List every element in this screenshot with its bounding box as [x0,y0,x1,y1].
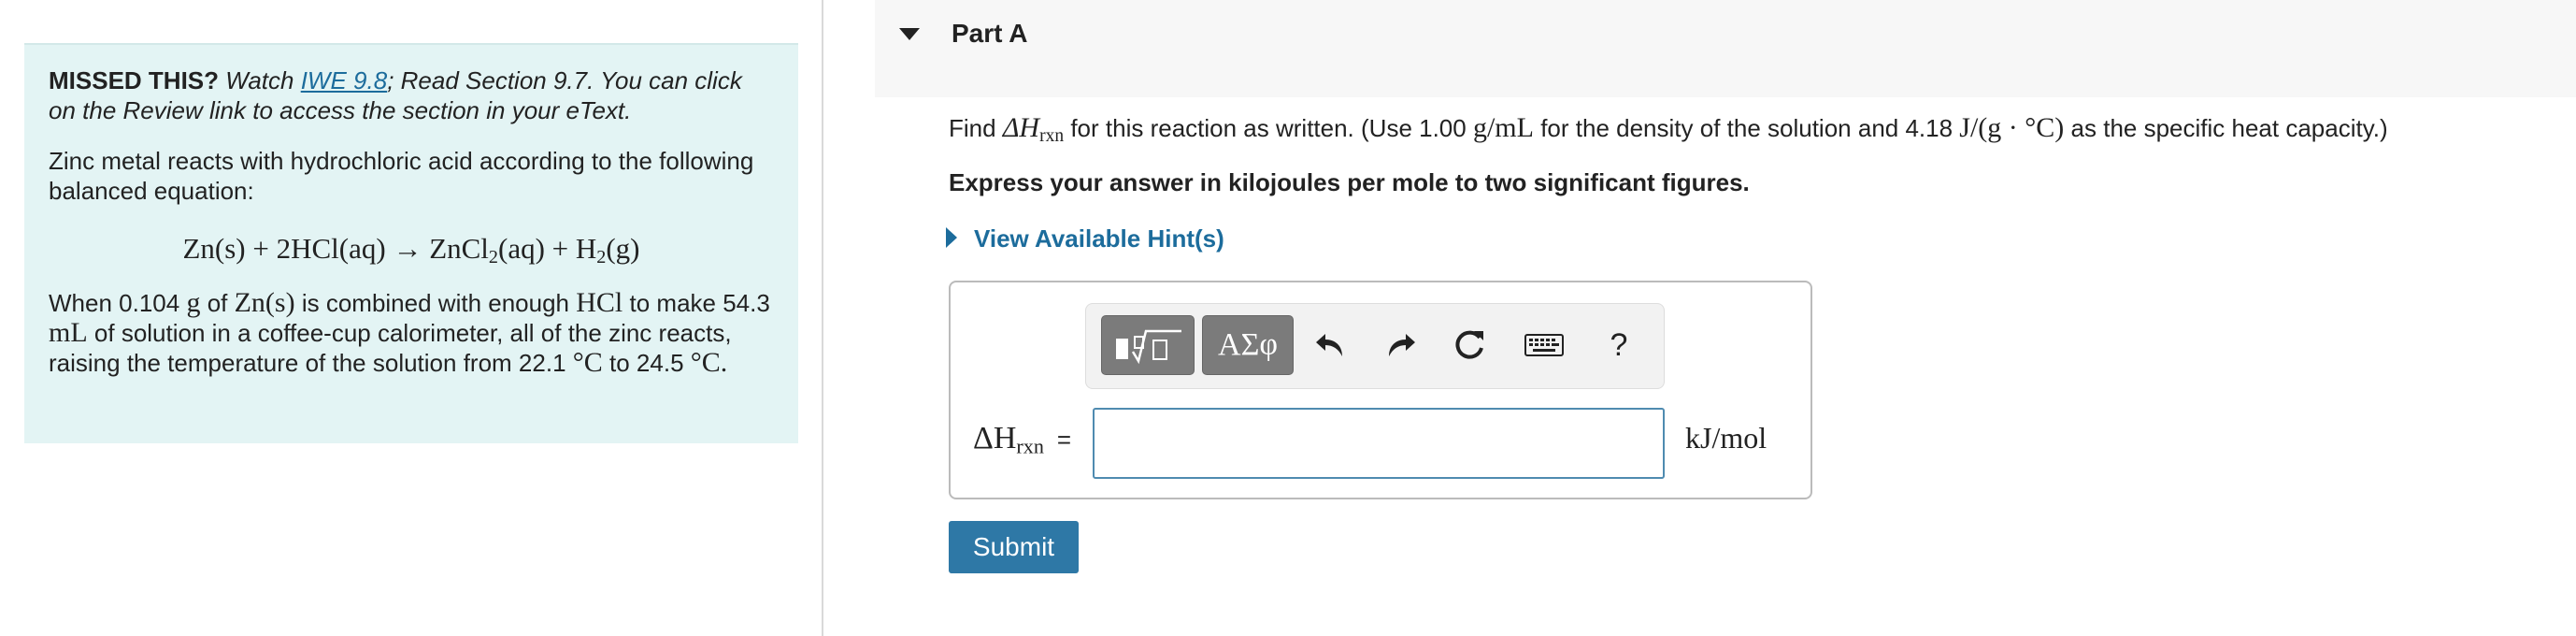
greek-symbols-button[interactable]: ΑΣφ [1202,315,1294,375]
problem-intro: Zinc metal reacts with hydrochloric acid… [49,147,754,205]
hint-label: View Available Hint(s) [974,224,1224,253]
expand-caret-icon [946,227,957,249]
iwe-link[interactable]: IWE 9.8 [301,66,387,94]
view-hints-link[interactable]: View Available Hint(s) [946,224,1224,253]
left-panel: MISSED THIS? Watch IWE 9.8; Read Section… [0,0,823,636]
missed-this-note: MISSED THIS? Watch IWE 9.8; Read Section… [49,65,774,125]
templates-button[interactable] [1101,315,1195,375]
help-button[interactable]: ? [1598,325,1639,366]
panel-divider [822,0,823,636]
question-prompt: Find ΔHrxn for this reaction as written.… [949,112,2388,146]
undo-icon[interactable] [1310,325,1352,366]
answer-input[interactable] [1093,408,1665,479]
part-header[interactable]: Part A [875,0,2576,97]
balanced-equation: Zn(s) + 2HCl(aq) → ZnCl2(aq) + H2(g) [182,232,640,268]
redo-icon[interactable] [1380,325,1421,366]
part-title: Part A [952,19,1028,48]
collapse-caret-icon[interactable] [899,28,920,40]
answer-instructions: Express your answer in kilojoules per mo… [949,168,1750,196]
submit-button[interactable]: Submit [949,521,1079,573]
templates-icon [1116,329,1181,365]
watch-prefix: Watch [225,66,294,94]
keyboard-icon[interactable] [1524,325,1565,366]
reset-icon[interactable] [1449,325,1490,366]
answer-box: ΑΣφ ? ΔHrxn = kJ/mol [949,281,1812,499]
missed-this-label: MISSED THIS? [49,66,220,94]
problem-details: When 0.104 g of Zn(s) is combined with e… [49,287,770,378]
answer-label: ΔHrxn = [973,421,1072,458]
math-toolbar: ΑΣφ ? [1085,303,1665,389]
problem-info-box: MISSED THIS? Watch IWE 9.8; Read Section… [24,43,798,443]
answer-unit: kJ/mol [1685,421,1767,455]
